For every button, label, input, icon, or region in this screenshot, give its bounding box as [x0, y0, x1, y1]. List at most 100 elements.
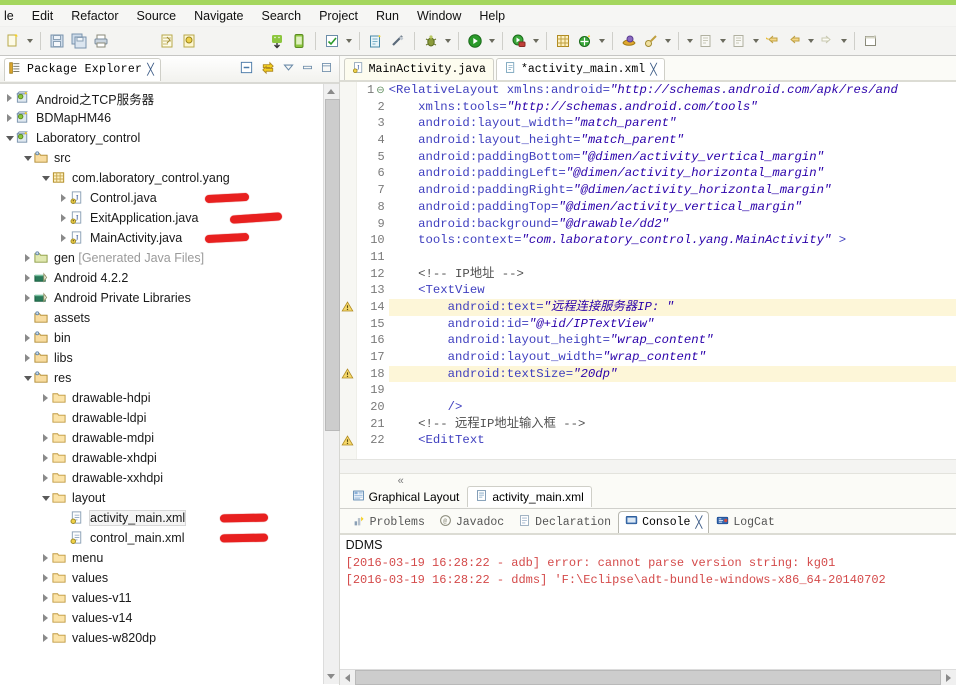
console-output[interactable]: DDMS [2016-03-19 16:28:22 - adb] error: …	[340, 535, 956, 669]
tree-item-control_main.xml[interactable]: control_main.xml	[0, 528, 339, 548]
new-android-project-icon[interactable]	[365, 30, 387, 52]
chevron-down-icon[interactable]	[4, 128, 15, 148]
new-class-icon[interactable]	[574, 30, 596, 52]
tree-item-android-tcp---[interactable]: Android之TCP服务器	[0, 88, 339, 108]
save-all-icon[interactable]	[68, 30, 90, 52]
code-line[interactable]: <RelativeLayout xmlns:android="http://sc…	[389, 82, 956, 99]
tree-item-values-w820dp[interactable]: values-w820dp	[0, 628, 339, 648]
menu-item-search[interactable]: Search	[252, 8, 310, 24]
disconnect-icon[interactable]	[387, 30, 409, 52]
android-avd-manager-icon[interactable]	[288, 30, 310, 52]
back-dropdown-arrow[interactable]	[805, 30, 816, 52]
search-dropdown-arrow[interactable]	[662, 30, 673, 52]
tree-item-laboratory_control[interactable]: Laboratory_control	[0, 128, 339, 148]
new-dropdown-arrow[interactable]	[24, 30, 35, 52]
code-line[interactable]: android:id="@+id/IPTextView"	[389, 316, 956, 333]
code-line[interactable]: xmlns:tools="http://schemas.android.com/…	[389, 99, 956, 116]
tree-item-mainactivity.java[interactable]: J MainActivity.java	[0, 228, 339, 248]
code-line[interactable]: <EditText	[389, 432, 956, 449]
chevron-right-icon[interactable]	[22, 328, 33, 348]
open-perspective-icon[interactable]	[618, 30, 640, 52]
chevron-right-icon[interactable]	[40, 388, 51, 408]
class-dropdown-arrow[interactable]	[596, 30, 607, 52]
project-tree[interactable]: Android之TCP服务器 BDMapHM46 Laboratory_contro…	[0, 84, 339, 688]
tree-vertical-scrollbar[interactable]	[322, 84, 340, 684]
external-dropdown-arrow[interactable]	[530, 30, 541, 52]
code-line[interactable]: android:layout_height="wrap_content"	[389, 332, 956, 349]
source-code[interactable]: <RelativeLayout xmlns:android="http://sc…	[388, 82, 956, 459]
chevron-down-icon[interactable]	[22, 148, 33, 168]
debug-icon[interactable]	[420, 30, 442, 52]
tree-item-res[interactable]: res	[0, 368, 339, 388]
tree-item-bin[interactable]: bin	[0, 328, 339, 348]
new-wizard-icon[interactable]	[2, 30, 24, 52]
tree-item-assets[interactable]: assets	[0, 308, 339, 328]
back-star-icon[interactable]	[761, 30, 783, 52]
editor-subtab-graphicallayout[interactable]: Graphical Layout	[344, 486, 468, 507]
tree-item-libs[interactable]: libs	[0, 348, 339, 368]
chevron-right-icon[interactable]	[22, 248, 33, 268]
tree-item-gen[interactable]: gen [Generated Java Files]	[0, 248, 339, 268]
close-icon[interactable]: ╳	[695, 515, 702, 530]
chevron-right-icon[interactable]	[40, 428, 51, 448]
tree-item-layout[interactable]: layout	[0, 488, 339, 508]
code-line[interactable]: android:layout_width="wrap_content"	[389, 349, 956, 366]
chevron-down-icon[interactable]	[40, 168, 51, 188]
code-line[interactable]: <!-- 远程IP地址输入框 -->	[389, 416, 956, 433]
hscroll-left-arrow[interactable]	[340, 670, 355, 685]
tree-item-drawable-hdpi[interactable]: drawable-hdpi	[0, 388, 339, 408]
chevron-right-icon[interactable]	[40, 448, 51, 468]
menu-item-le[interactable]: le	[2, 8, 23, 24]
code-line[interactable]: android:layout_height="match_parent"	[389, 132, 956, 149]
code-line[interactable]	[389, 382, 956, 399]
menu-item-edit[interactable]: Edit	[23, 8, 63, 24]
view-menu-icon[interactable]	[282, 61, 295, 77]
forward-icon[interactable]	[816, 30, 838, 52]
debug-dropdown-arrow[interactable]	[442, 30, 453, 52]
chevron-right-icon[interactable]	[40, 588, 51, 608]
chevron-right-icon[interactable]	[40, 608, 51, 628]
new-window-icon[interactable]	[860, 30, 882, 52]
editor-subtab-activity_main.xml[interactable]: activity_main.xml	[467, 486, 592, 507]
scroll-down-arrow[interactable]	[323, 669, 339, 684]
console-horizontal-scrollbar[interactable]	[339, 669, 956, 685]
code-line[interactable]: <TextView	[389, 282, 956, 299]
close-icon[interactable]: ╳	[147, 63, 154, 76]
chevron-right-icon[interactable]	[4, 88, 15, 108]
menu-item-navigate[interactable]: Navigate	[185, 8, 252, 24]
scroll-up-arrow[interactable]	[323, 84, 339, 99]
tree-item-android-private-libraries[interactable]: Android Private Libraries	[0, 288, 339, 308]
code-line[interactable]: android:paddingTop="@dimen/activity_vert…	[389, 199, 956, 216]
chevron-right-icon[interactable]	[40, 548, 51, 568]
code-line[interactable]: tools:context="com.laboratory_control.ya…	[389, 232, 956, 249]
close-icon[interactable]: ╳	[650, 63, 657, 77]
chevron-right-icon[interactable]	[40, 568, 51, 588]
maximize-icon[interactable]	[320, 61, 333, 77]
check-mark-icon[interactable]	[321, 30, 343, 52]
tree-item-exitapplication.java[interactable]: J ExitApplication.java	[0, 208, 339, 228]
prev-dropdown-arrow[interactable]	[750, 30, 761, 52]
chevron-right-icon[interactable]	[22, 348, 33, 368]
save-icon[interactable]	[46, 30, 68, 52]
tree-item-control.java[interactable]: J Control.java	[0, 188, 339, 208]
chevron-right-icon[interactable]	[4, 108, 15, 128]
menu-item-help[interactable]: Help	[470, 8, 514, 24]
code-line[interactable]: android:layout_width="match_parent"	[389, 115, 956, 132]
scroll-thumb[interactable]	[324, 99, 340, 431]
console-tab-declaration[interactable]: Declaration	[511, 511, 618, 533]
chevron-right-icon[interactable]	[22, 268, 33, 288]
android-sdk-manager-icon[interactable]	[266, 30, 288, 52]
check-dropdown-arrow[interactable]	[343, 30, 354, 52]
link-with-editor-icon[interactable]	[260, 60, 276, 78]
tree-item-values-v14[interactable]: values-v14	[0, 608, 339, 628]
console-tab-console[interactable]: Console ╳	[618, 511, 710, 533]
code-line[interactable]: android:paddingLeft="@dimen/activity_hor…	[389, 165, 956, 182]
tree-item-menu[interactable]: menu	[0, 548, 339, 568]
tree-item-values-v11[interactable]: values-v11	[0, 588, 339, 608]
new-package-icon[interactable]	[552, 30, 574, 52]
console-tab-problems[interactable]: Problems	[346, 511, 432, 533]
menu-item-refactor[interactable]: Refactor	[62, 8, 127, 24]
next-annotation-arrow[interactable]	[684, 30, 695, 52]
tree-item-drawable-ldpi[interactable]: drawable-ldpi	[0, 408, 339, 428]
tree-item-drawable-mdpi[interactable]: drawable-mdpi	[0, 428, 339, 448]
